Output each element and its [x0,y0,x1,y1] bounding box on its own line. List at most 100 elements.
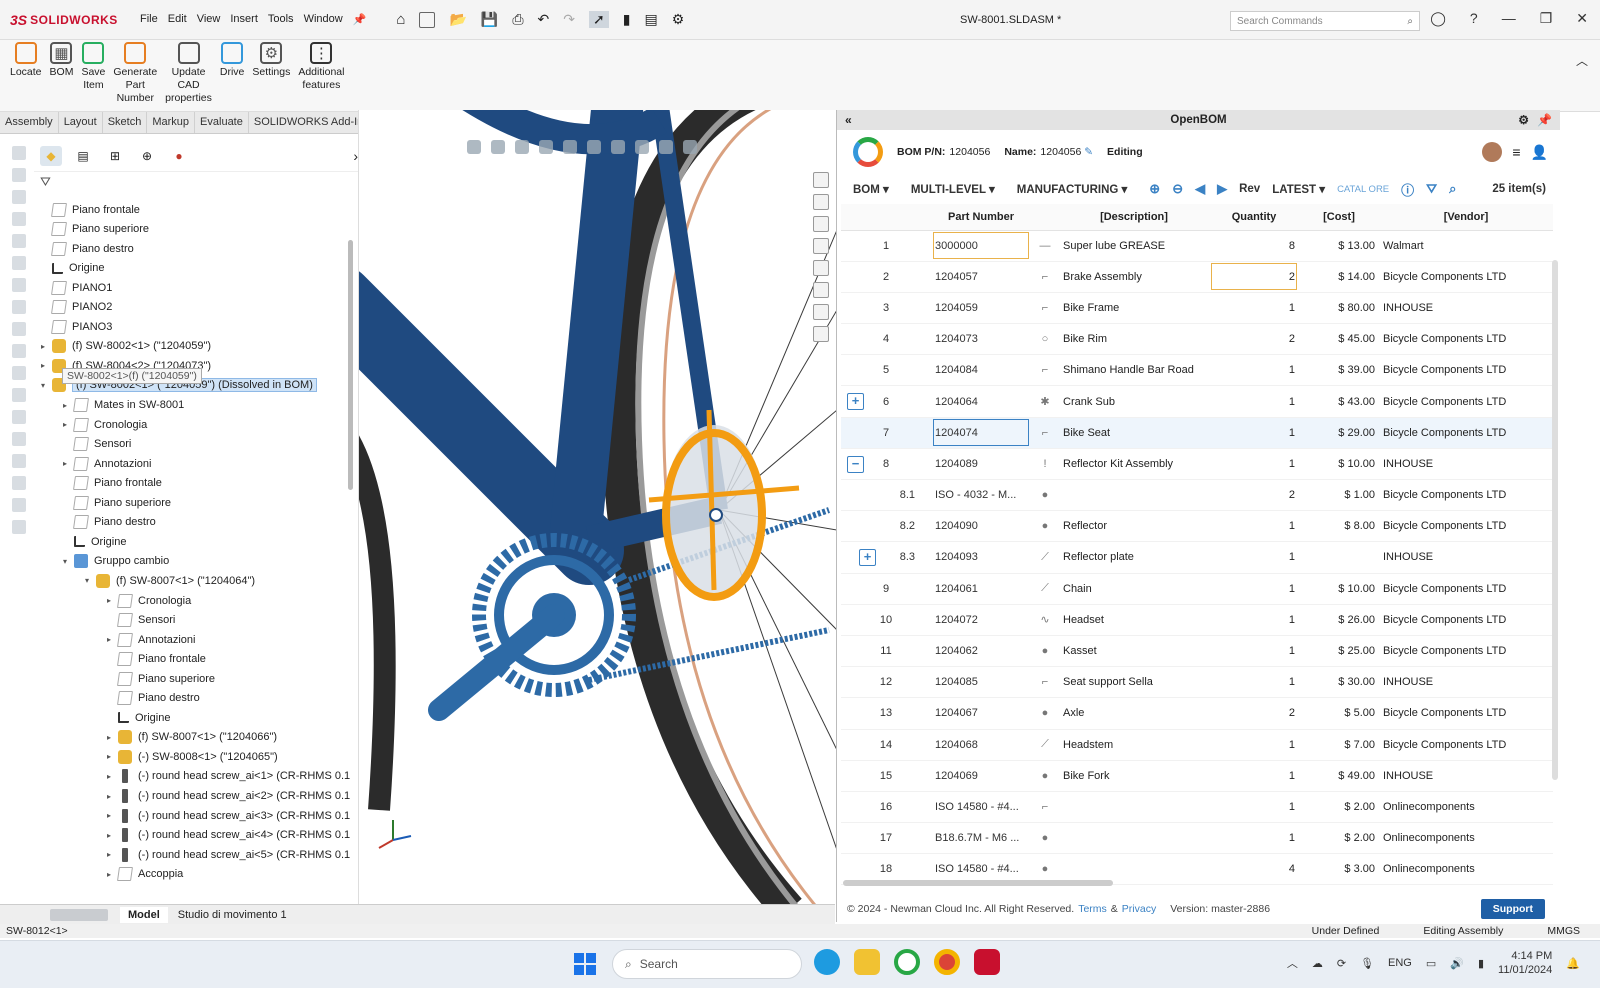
quantity-cell[interactable]: 1 [1209,604,1299,636]
tree-node[interactable]: ▸ (-) round head screw_ai<1> (CR-RHMS 0.1 [104,767,350,786]
part-number-cell[interactable]: 1204062 [931,635,1031,668]
design-library-icon[interactable] [813,216,829,232]
chevron-right-icon[interactable]: ▸ [104,733,114,742]
user-icon[interactable]: ◯ [1430,10,1446,27]
ribbon-drive-button[interactable]: Drive [216,40,249,111]
part-number-cell[interactable]: 1204069 [931,760,1031,792]
tool-icon[interactable] [12,498,26,512]
tree-node[interactable]: Piano frontale [38,200,140,219]
previous-view-icon[interactable] [515,140,529,154]
cost-cell[interactable]: $ 39.00 [1299,354,1379,387]
description-cell[interactable]: Super lube GREASE [1059,230,1209,262]
tool-icon[interactable] [12,388,26,402]
table-row[interactable]: 4 1204073 ○ Bike Rim 2 $ 45.00 Bicycle Compone… [841,323,1553,356]
tree-node[interactable]: Origine [38,259,104,278]
tree-node[interactable]: ▾ Gruppo cambio [60,552,169,571]
cost-cell[interactable]: $ 10.00 [1299,573,1379,605]
vendor-cell[interactable]: Onlinecomponents [1379,853,1553,886]
tree-node[interactable]: Piano superiore [38,220,149,239]
network-icon[interactable]: ▭ [1426,957,1436,970]
bom-dropdown[interactable]: BOM ▾ [853,182,889,196]
tool-icon[interactable] [12,212,26,226]
ribbon-more-vertical-button[interactable]: ⋮ Additional features [294,40,348,111]
tab-model[interactable]: Model [120,906,168,923]
filter-icon[interactable]: ⛛ [34,172,364,190]
back-icon[interactable]: ◀ [1195,181,1205,197]
tree-node[interactable]: ▸ Cronologia [104,591,191,610]
cost-cell[interactable]: $ 30.00 [1299,666,1379,699]
tool-icon[interactable] [12,278,26,292]
ribbon-save-item-button[interactable]: Save Item [77,40,109,111]
cost-cell[interactable]: $ 8.00 [1299,510,1379,543]
vendor-cell[interactable]: Bicycle Components LTD [1379,323,1553,356]
description-cell[interactable]: Reflector plate [1059,541,1209,574]
vendor-cell[interactable]: INHOUSE [1379,760,1553,792]
edge-browser-icon[interactable] [814,949,840,975]
tree-node[interactable]: ▸ (f) SW-8002<1> ("1204059") [38,337,211,356]
quantity-cell[interactable]: 1 [1209,448,1299,481]
feature-tree-tab-icon[interactable]: ◆ [40,145,62,166]
column-header[interactable]: Quantity [1209,204,1299,231]
tool-icon[interactable] [12,234,26,248]
tree-node[interactable]: Origine [60,532,126,551]
quantity-cell[interactable]: 1 [1209,791,1299,824]
description-cell[interactable]: Bike Rim [1059,323,1209,356]
table-row[interactable]: 1 3000000— Super lube GREASE 8 $ 13.00 Walmar… [841,230,1553,262]
tool-icon[interactable] [12,366,26,380]
battery-icon[interactable]: ▮ [1478,957,1484,970]
latest-rev-dropdown[interactable]: LATEST ▾ [1272,182,1325,196]
vendor-cell[interactable]: INHOUSE [1379,448,1553,481]
vendor-cell[interactable]: Bicycle Components LTD [1379,510,1553,543]
tree-node[interactable]: ▸ (-) SW-8008<1> ("1204065") [104,747,278,766]
chevron-right-icon[interactable]: ▸ [38,361,48,370]
vendor-cell[interactable]: INHOUSE [1379,666,1553,699]
quantity-cell[interactable]: 1 [1209,354,1299,387]
column-header[interactable] [841,204,931,231]
table-row[interactable]: 2 1204057 ⌐ Brake Assembly 2 $ 14.00 Bicycle C… [841,261,1553,293]
bom-vertical-scrollbar[interactable] [1552,260,1558,780]
vendor-cell[interactable]: Walmart [1379,230,1553,262]
tree-node[interactable]: ▸ (f) SW-8007<1> ("1204066") [104,728,277,747]
cost-cell[interactable]: $ 25.00 [1299,635,1379,668]
openbom-app-icon[interactable] [894,949,920,975]
tree-node[interactable]: ▸ (-) round head screw_ai<3> (CR-RHMS 0.1 [104,806,350,825]
volume-icon[interactable]: 🔊 [1450,957,1464,970]
quantity-cell[interactable]: 4 [1209,853,1299,886]
tree-node[interactable]: Piano frontale [60,474,162,493]
cost-cell[interactable]: $ 2.00 [1299,822,1379,855]
cost-cell[interactable] [1299,541,1379,574]
quantity-cell[interactable]: 1 [1209,666,1299,699]
tool-icon[interactable] [12,432,26,446]
description-cell[interactable]: Brake Assembly [1059,261,1209,293]
quantity-cell[interactable]: 1 [1209,729,1299,761]
ribbon-update-cad-button[interactable]: Update CAD properties [161,40,216,111]
appearance-icon[interactable] [635,140,649,154]
chevron-down-icon[interactable]: ▾ [60,557,70,566]
vendor-cell[interactable]: Bicycle Components LTD [1379,635,1553,668]
collapse-row-icon[interactable]: − [847,455,864,473]
file-explorer-icon[interactable] [854,949,880,975]
tree-node[interactable]: ▸ Annotazioni [60,454,152,473]
chevron-right-icon[interactable]: ▸ [60,420,70,429]
pin-icon[interactable]: 📌 [353,11,367,28]
vendor-cell[interactable]: Bicycle Components LTD [1379,729,1553,761]
tab-assembly[interactable]: Assembly [0,112,59,133]
avatar[interactable] [1482,142,1503,162]
menu-edit[interactable]: Edit [168,11,187,28]
description-cell[interactable]: Bike Fork [1059,760,1209,792]
catalogs-link[interactable]: CATAL ORE [1337,184,1389,195]
tree-node[interactable]: ▸ Cronologia [60,415,147,434]
home-icon[interactable] [813,172,829,188]
ribbon-bom-grid-button[interactable]: ▦ BOM [46,40,78,111]
part-number-cell[interactable]: 1204064 [931,385,1031,418]
description-cell[interactable]: Bike Frame [1059,292,1209,325]
tab-layout[interactable]: Layout [59,112,103,133]
ribbon-settings-gear-button[interactable]: ⚙ Settings [248,40,294,111]
vendor-cell[interactable]: Bicycle Components LTD [1379,697,1553,730]
vendor-cell[interactable]: Bicycle Components LTD [1379,573,1553,605]
tree-node[interactable]: Piano superiore [104,669,215,688]
quantity-cell[interactable]: 1 [1209,822,1299,855]
tool-icon[interactable] [12,520,26,534]
terms-link[interactable]: Terms [1078,903,1107,915]
cost-cell[interactable]: $ 43.00 [1299,385,1379,418]
